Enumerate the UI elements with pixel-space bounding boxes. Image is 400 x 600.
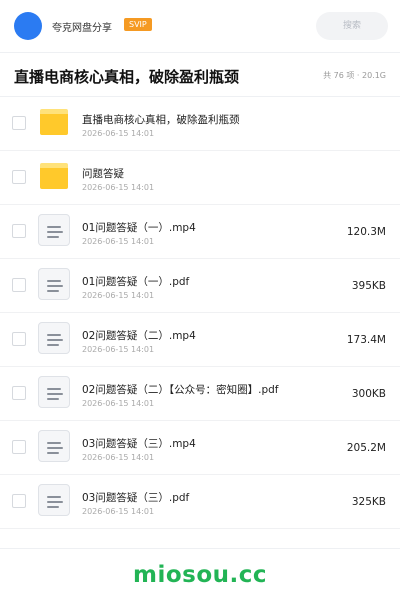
item-size: 120.3M [346,226,386,238]
item-checkbox[interactable] [12,278,26,292]
top-bar: 夸克网盘分享 SVIP 搜索 [0,0,400,52]
item-name: 问题答疑 [82,168,124,180]
item-name: 01问题答疑（一）.mp4 [82,222,196,234]
list-item[interactable]: 01问题答疑（一）.pdf 2026-06-15 14:01 395KB [0,259,400,313]
item-date: 2026-06-15 14:01 [82,345,155,354]
item-checkbox[interactable] [12,224,26,238]
item-checkbox[interactable] [12,386,26,400]
item-date: 2026-06-15 14:01 [82,291,155,300]
app-name: 夸克网盘分享 [52,23,112,34]
avatar[interactable] [14,12,42,40]
search-button[interactable]: 搜索 [316,12,388,40]
list-item[interactable]: 01问题答疑（一）.mp4 2026-06-15 14:01 120.3M [0,205,400,259]
document-icon [38,484,70,516]
footer-divider [0,548,400,549]
item-date: 2026-06-15 14:01 [82,237,155,246]
watermark: miosou.cc [132,562,268,588]
item-checkbox[interactable] [12,494,26,508]
item-count: 共 76 项 · 20.1G [323,71,386,80]
list-item[interactable]: 问题答疑 2026-06-15 14:01 [0,151,400,205]
item-size: 300KB [351,388,386,400]
title-row: 直播电商核心真相，破除盈利瓶颈 共 76 项 · 20.1G [0,53,400,97]
item-name: 02问题答疑（二）【公众号：密知圈】.pdf [82,384,279,396]
item-name: 直播电商核心真相，破除盈利瓶颈 [82,114,240,126]
item-checkbox[interactable] [12,332,26,346]
document-icon [38,430,70,462]
item-date: 2026-06-15 14:01 [82,399,155,408]
item-date: 2026-06-15 14:01 [82,507,155,516]
item-name: 02问题答疑（二）.mp4 [82,330,196,342]
item-checkbox[interactable] [12,440,26,454]
item-size: 173.4M [346,334,386,346]
item-date: 2026-06-15 14:01 [82,183,155,192]
item-size: 205.2M [346,442,386,454]
list-item[interactable]: 直播电商核心真相，破除盈利瓶颈 2026-06-15 14:01 [0,97,400,151]
document-icon [38,268,70,300]
item-size: 325KB [351,496,386,508]
item-checkbox[interactable] [12,170,26,184]
list-item[interactable]: 02问题答疑（二）.mp4 2026-06-15 14:01 173.4M [0,313,400,367]
document-icon [38,322,70,354]
item-size: 395KB [351,280,386,292]
list-item[interactable]: 03问题答疑（三）.mp4 2026-06-15 14:01 205.2M [0,421,400,475]
svip-badge: SVIP [124,18,152,31]
item-name: 01问题答疑（一）.pdf [82,276,190,288]
item-name: 03问题答疑（三）.pdf [82,492,190,504]
document-icon [38,376,70,408]
page-title: 直播电商核心真相，破除盈利瓶颈 [14,68,240,86]
item-date: 2026-06-15 14:01 [82,129,155,138]
item-name: 03问题答疑（三）.mp4 [82,438,196,450]
item-checkbox[interactable] [12,116,26,130]
item-date: 2026-06-15 14:01 [82,453,155,462]
folder-icon [40,109,68,135]
list-item[interactable]: 03问题答疑（三）.pdf 2026-06-15 14:01 325KB [0,475,400,529]
list-item[interactable]: 02问题答疑（二）【公众号：密知圈】.pdf 2026-06-15 14:01 … [0,367,400,421]
folder-icon [40,163,68,189]
document-icon [38,214,70,246]
file-list: 直播电商核心真相，破除盈利瓶颈 2026-06-15 14:01 问题答疑 20… [0,97,400,529]
